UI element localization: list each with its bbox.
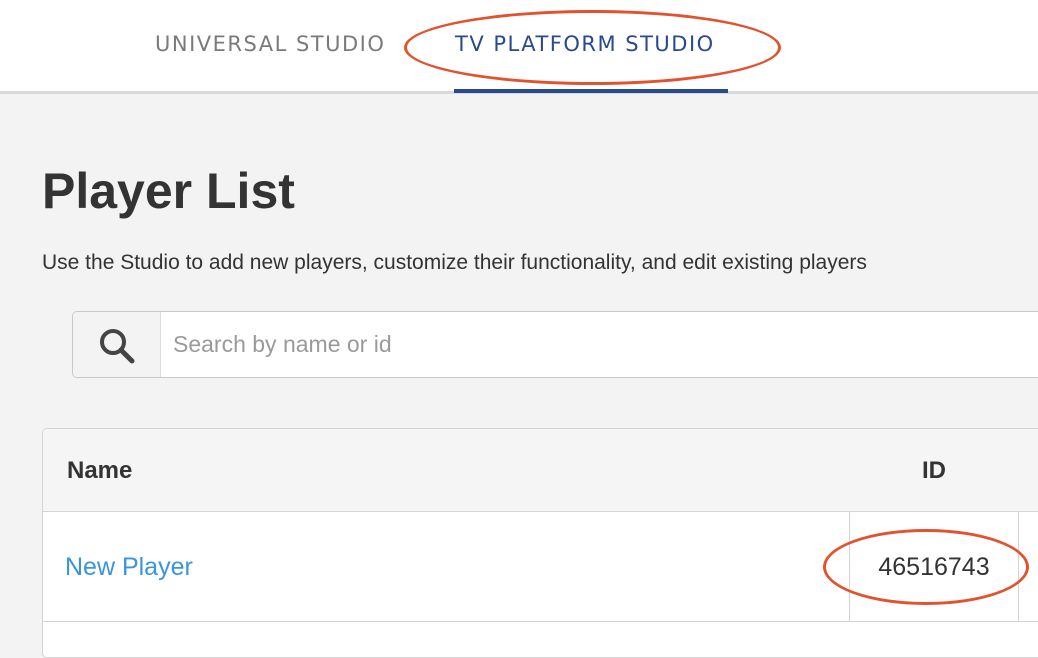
- page-description: Use the Studio to add new players, custo…: [42, 251, 867, 274]
- player-table: Name ID New Player 46516743: [42, 428, 1038, 658]
- search-icon: [100, 329, 135, 364]
- table-header: Name ID: [43, 429, 1038, 512]
- table-row: New Player 46516743: [43, 512, 1038, 622]
- player-id-cell: 46516743: [849, 512, 1019, 621]
- search-button[interactable]: [73, 312, 161, 377]
- player-id: 46516743: [878, 553, 990, 581]
- search-input[interactable]: [161, 312, 1038, 377]
- player-name-link[interactable]: New Player: [65, 552, 193, 582]
- active-tab-indicator: [454, 89, 728, 93]
- column-header-id[interactable]: ID: [849, 456, 1019, 486]
- search-bar: [72, 311, 1038, 378]
- tab-universal-studio[interactable]: UNIVERSAL STUDIO: [155, 30, 385, 58]
- page-title: Player List: [42, 163, 295, 219]
- column-header-name[interactable]: Name: [67, 456, 132, 486]
- top-navigation: UNIVERSAL STUDIO TV PLATFORM STUDIO: [0, 0, 1038, 94]
- tab-tv-platform-studio[interactable]: TV PLATFORM STUDIO: [455, 30, 715, 58]
